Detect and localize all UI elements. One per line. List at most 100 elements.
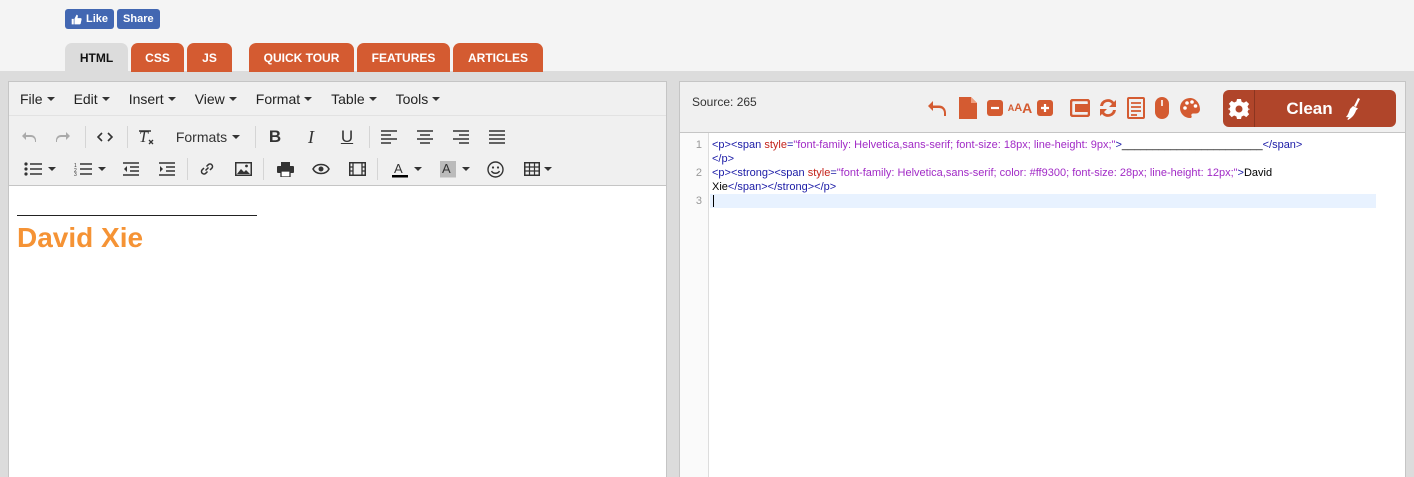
- settings-button[interactable]: [1223, 90, 1255, 127]
- clean-label: Clean: [1286, 98, 1333, 118]
- insert-link-button[interactable]: [195, 157, 219, 181]
- wrap-toggle-button[interactable]: [1068, 96, 1092, 120]
- eye-icon: [312, 163, 330, 175]
- source-char-count: Source: 265: [692, 95, 757, 109]
- toolbar-divider: [187, 158, 188, 180]
- editor-content[interactable]: David Xie: [9, 186, 666, 271]
- clean-button[interactable]: Clean: [1255, 90, 1396, 127]
- print-button[interactable]: [273, 157, 297, 181]
- chevron-down-icon: [304, 96, 313, 101]
- italic-button[interactable]: I: [299, 125, 323, 149]
- code-icon: [97, 132, 113, 142]
- background-color-button[interactable]: A: [435, 157, 475, 181]
- redo-button[interactable]: [51, 125, 75, 149]
- social-buttons: Like Share: [65, 9, 160, 29]
- insert-image-button[interactable]: [231, 157, 255, 181]
- signature-name: David Xie: [17, 222, 144, 253]
- tab-quick-tour[interactable]: QUICK TOUR: [249, 43, 354, 72]
- justify-button[interactable]: [485, 125, 509, 149]
- menu-edit-label: Edit: [73, 90, 98, 107]
- tab-features[interactable]: FEATURES: [357, 43, 450, 72]
- code-line-2-wrap: Xie</span></strong></p>: [712, 180, 1372, 194]
- menu-tools[interactable]: Tools: [396, 91, 441, 107]
- film-icon: [348, 162, 366, 176]
- clear-format-icon: T: [139, 129, 154, 146]
- text-cursor: [713, 195, 714, 207]
- menu-edit[interactable]: Edit: [74, 91, 110, 107]
- undo-button[interactable]: [17, 125, 41, 149]
- code-token: </span>: [1262, 139, 1303, 151]
- menu-view-label: View: [194, 90, 225, 107]
- new-document-button[interactable]: [956, 96, 980, 120]
- chevron-down-icon: [232, 135, 241, 139]
- italic-icon: I: [308, 126, 314, 147]
- chevron-down-icon: [414, 167, 422, 171]
- tab-js[interactable]: JS: [187, 43, 232, 72]
- bullet-list-button[interactable]: [19, 157, 61, 181]
- wysiwyg-editor: File Edit Insert View Format Table Tools…: [8, 81, 667, 477]
- clear-formatting-button[interactable]: T: [135, 125, 159, 149]
- tab-html[interactable]: HTML: [65, 43, 128, 72]
- toolbar-divider: [377, 158, 378, 180]
- document-view-button[interactable]: [1124, 96, 1148, 120]
- menu-table-label: Table: [331, 90, 365, 107]
- tab-css[interactable]: CSS: [131, 43, 184, 72]
- code-token: <p><strong><span: [712, 167, 808, 179]
- indent-button[interactable]: [155, 157, 179, 181]
- code-token: _______________________: [1121, 139, 1263, 151]
- facebook-share-button[interactable]: Share: [117, 9, 160, 29]
- align-left-button[interactable]: [377, 125, 401, 149]
- tab-articles[interactable]: ARTICLES: [453, 43, 543, 72]
- color-theme-button[interactable]: [1178, 96, 1202, 120]
- align-center-button[interactable]: [413, 125, 437, 149]
- emoticons-button[interactable]: [483, 157, 507, 181]
- chevron-down-icon: [544, 167, 552, 171]
- source-code-button[interactable]: [93, 125, 117, 149]
- numbered-list-button[interactable]: 123: [69, 157, 111, 181]
- insert-table-button[interactable]: [521, 157, 555, 181]
- menu-file[interactable]: File: [20, 91, 55, 107]
- menu-insert[interactable]: Insert: [129, 91, 176, 107]
- toolbar-divider: [369, 126, 370, 148]
- code-line-2: <p><strong><span style="font-family: Hel…: [712, 166, 1372, 180]
- code-editor[interactable]: 1 2 3 <p><span style="font-family: Helve…: [680, 133, 1405, 477]
- underline-button[interactable]: U: [335, 125, 359, 149]
- outdent-button[interactable]: [119, 157, 143, 181]
- svg-text:3: 3: [74, 172, 77, 176]
- code-token: style: [807, 167, 831, 179]
- source-toolbar: Source: 265 AAA Clean: [680, 82, 1405, 133]
- file-icon: [959, 97, 977, 119]
- align-justify-icon: [489, 130, 505, 144]
- refresh-button[interactable]: [1096, 96, 1120, 120]
- source-undo-button[interactable]: [925, 96, 949, 120]
- minus-square-icon: [987, 100, 1003, 116]
- decrease-font-button[interactable]: [985, 96, 1005, 120]
- text-color-button[interactable]: A: [387, 157, 427, 181]
- preview-button[interactable]: [309, 157, 333, 181]
- line-number-gutter: 1 2 3: [680, 133, 709, 477]
- facebook-like-button[interactable]: Like: [65, 9, 115, 29]
- increase-font-button[interactable]: [1035, 96, 1055, 120]
- clean-button-group: Clean: [1223, 90, 1396, 127]
- menu-view[interactable]: View: [195, 91, 237, 107]
- text-color-icon: A: [392, 161, 408, 177]
- redo-icon: [56, 132, 70, 142]
- menu-format[interactable]: Format: [256, 91, 313, 107]
- undo-icon: [928, 101, 946, 116]
- formats-dropdown[interactable]: Formats: [171, 125, 245, 149]
- menu-table[interactable]: Table: [331, 90, 377, 107]
- gear-icon: [1227, 98, 1250, 119]
- svg-text:A: A: [442, 161, 451, 176]
- insert-media-button[interactable]: [345, 157, 369, 181]
- align-right-button[interactable]: [449, 125, 473, 149]
- code-token: "font-family: Helvetica,sans-serif; font…: [793, 139, 1116, 151]
- bold-button[interactable]: B: [263, 125, 287, 149]
- bold-icon: B: [268, 127, 282, 146]
- menu-insert-label: Insert: [128, 90, 164, 107]
- signature-line: [17, 202, 257, 216]
- code-line-1: <p><span style="font-family: Helvetica,s…: [712, 138, 1372, 152]
- mouse-settings-button[interactable]: [1150, 96, 1174, 120]
- editor-menubar: File Edit Insert View Format Table Tools: [9, 82, 666, 116]
- code-token: </span></strong></p>: [727, 181, 837, 193]
- align-right-icon: [453, 130, 469, 144]
